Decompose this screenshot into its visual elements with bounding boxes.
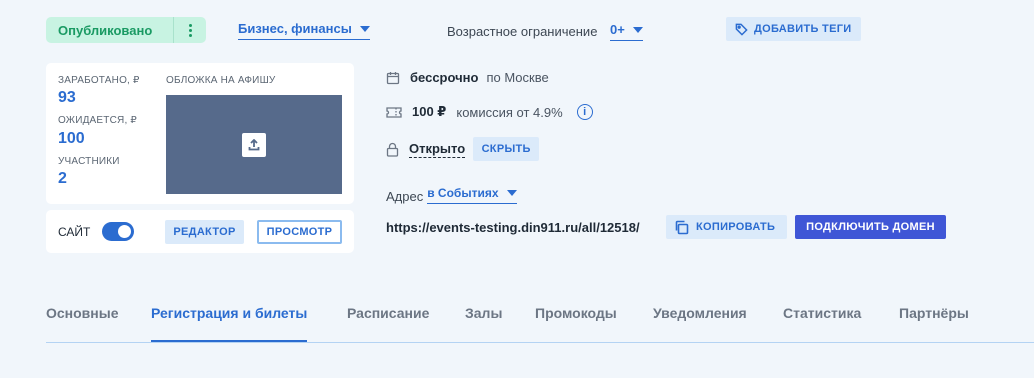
price-value: 100 ₽ — [412, 104, 447, 119]
cover-label: ОБЛОЖКА НА АФИШУ — [166, 75, 276, 86]
age-restriction-dropdown[interactable]: 0+ — [610, 22, 643, 41]
upload-icon[interactable] — [242, 132, 266, 157]
copy-icon — [674, 220, 689, 235]
participants-value: 2 — [58, 170, 67, 187]
caret-down-icon — [632, 26, 643, 33]
hide-button[interactable]: СКРЫТЬ — [473, 137, 540, 161]
tab-statistics[interactable]: Статистика — [783, 305, 861, 342]
tab-notifications[interactable]: Уведомления — [653, 305, 747, 342]
ticket-icon — [386, 106, 402, 119]
add-tags-label: ДОБАВИТЬ ТЕГИ — [754, 23, 852, 35]
copy-button[interactable]: КОПИРОВАТЬ — [666, 215, 787, 239]
date-row: бессрочно по Москве — [386, 70, 549, 85]
preview-button[interactable]: ПРОСМОТР — [257, 220, 342, 244]
category-dropdown[interactable]: Бизнес, финансы — [238, 21, 370, 40]
age-restriction-value: 0+ — [610, 22, 625, 37]
editor-button[interactable]: РЕДАКТОР — [165, 220, 244, 244]
earned-label: ЗАРАБОТАНО, ₽ — [58, 75, 140, 86]
status-badge: Опубликовано — [46, 17, 206, 43]
event-url[interactable]: https://events-testing.din911.ru/all/125… — [386, 220, 640, 235]
tab-promocodes[interactable]: Промокоды — [535, 305, 617, 342]
caret-down-icon — [506, 190, 517, 196]
access-value[interactable]: Открыто — [409, 141, 466, 158]
add-tags-button[interactable]: ДОБАВИТЬ ТЕГИ — [726, 17, 861, 41]
lock-icon — [386, 142, 399, 157]
address-dropdown[interactable]: в Событиях — [427, 186, 517, 204]
site-card: САЙТ РЕДАКТОР ПРОСМОТР — [46, 210, 354, 253]
tab-halls[interactable]: Залы — [465, 305, 502, 342]
category-value: Бизнес, финансы — [238, 21, 352, 36]
address-row: Адрес в Событиях — [386, 186, 517, 204]
toggle-knob — [118, 225, 131, 238]
cover-image-placeholder[interactable] — [166, 95, 342, 194]
url-row: https://events-testing.din911.ru/all/125… — [386, 215, 946, 239]
expected-label: ОЖИДАЕТСЯ, ₽ — [58, 115, 137, 126]
copy-label: КОПИРОВАТЬ — [696, 221, 776, 233]
expected-value: 100 — [58, 130, 85, 147]
age-restriction-label: Возрастное ограничение — [447, 24, 598, 39]
address-label: Адрес — [386, 189, 424, 204]
info-icon[interactable]: i — [576, 104, 593, 120]
timezone-label: по Москве — [486, 70, 549, 85]
commission-label: комиссия от 4.9% — [456, 104, 563, 120]
tab-partners[interactable]: Партнёры — [899, 305, 969, 342]
tab-bar: Основные Регистрация и билеты Расписание… — [46, 300, 1034, 343]
date-value[interactable]: бессрочно — [410, 70, 478, 85]
access-row: Открыто СКРЫТЬ — [386, 137, 540, 161]
tab-registration-tickets[interactable]: Регистрация и билеты — [151, 305, 308, 342]
more-vertical-icon[interactable] — [174, 17, 206, 43]
calendar-icon — [386, 71, 400, 85]
earned-value: 93 — [58, 89, 76, 106]
connect-domain-button[interactable]: ПОДКЛЮЧИТЬ ДОМЕН — [795, 215, 946, 239]
tag-icon — [735, 23, 748, 36]
address-value: в Событиях — [427, 186, 499, 200]
tab-basic[interactable]: Основные — [46, 305, 119, 342]
status-label: Опубликовано — [58, 22, 153, 38]
site-label: САЙТ — [58, 224, 91, 239]
participants-label: УЧАСТНИКИ — [58, 156, 120, 167]
price-row: 100 ₽ комиссия от 4.9% i — [386, 104, 593, 120]
caret-down-icon — [359, 25, 370, 32]
tab-schedule[interactable]: Расписание — [347, 305, 429, 342]
site-toggle[interactable] — [102, 222, 134, 241]
